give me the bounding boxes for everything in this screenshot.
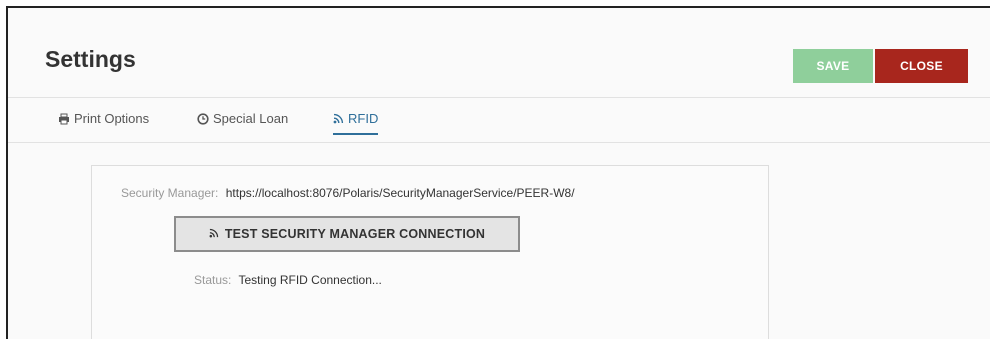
status-value: Testing RFID Connection... <box>238 273 382 287</box>
test-button-label: TEST SECURITY MANAGER CONNECTION <box>224 227 486 241</box>
tab-rfid[interactable]: RFID <box>333 111 379 135</box>
header: Settings SAVE CLOSE <box>8 8 990 98</box>
rss-icon <box>209 227 219 241</box>
save-button[interactable]: SAVE <box>793 49 873 83</box>
rss-icon <box>333 111 344 127</box>
tab-label: RFID <box>348 111 379 126</box>
tab-label: Print Options <box>74 111 150 126</box>
tab-label: Special Loan <box>213 111 289 126</box>
settings-window: Settings SAVE CLOSE Print Options Specia… <box>6 6 990 339</box>
printer-icon <box>58 111 70 128</box>
rfid-panel: Security Manager: https://localhost:8076… <box>91 165 769 339</box>
security-manager-url: https://localhost:8076/Polaris/SecurityM… <box>225 186 575 200</box>
tab-print-options[interactable]: Print Options <box>58 111 149 135</box>
page-title: Settings <box>45 46 136 72</box>
status-row: Status: Testing RFID Connection... <box>194 273 382 287</box>
security-manager-label: Security Manager: <box>121 186 219 200</box>
status-label: Status: <box>194 273 232 287</box>
test-security-manager-button[interactable]: TEST SECURITY MANAGER CONNECTION <box>174 216 520 252</box>
clock-icon <box>197 111 209 128</box>
close-button[interactable]: CLOSE <box>875 49 968 83</box>
tab-bar: Print Options Special Loan RFID <box>8 98 990 143</box>
security-manager-row: Security Manager: https://localhost:8076… <box>121 186 575 200</box>
tab-special-loan[interactable]: Special Loan <box>197 111 288 135</box>
